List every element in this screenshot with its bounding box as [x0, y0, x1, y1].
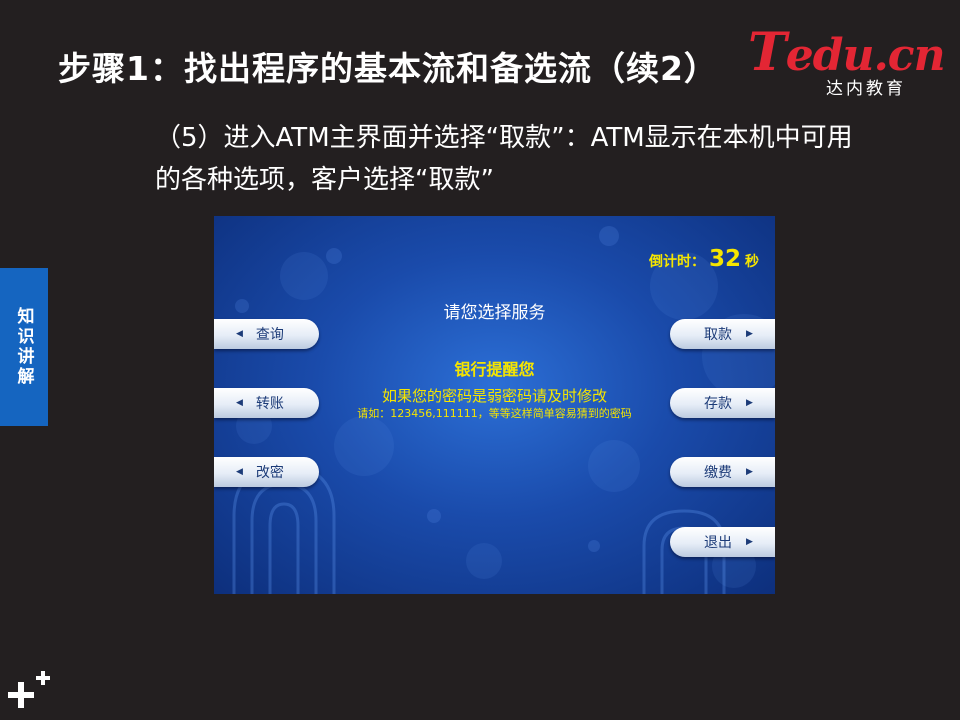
withdraw-button-label: 取款: [704, 327, 732, 343]
countdown-value: 32: [708, 246, 741, 272]
query-button[interactable]: ◀ 查询: [214, 319, 319, 349]
withdraw-button[interactable]: 取款 ▶: [670, 319, 775, 349]
plus-decoration-icon: [8, 671, 50, 708]
arrow-left-icon: ◀: [236, 467, 243, 477]
atm-screen: 倒计时： 32 秒 请您选择服务 银行提醒您 如果您的密码是弱密码请及时修改 请…: [214, 216, 775, 594]
query-button-label: 查询: [255, 327, 284, 343]
payment-button-label: 缴费: [704, 465, 732, 481]
arrow-right-icon: ▶: [746, 329, 753, 339]
countdown-label: 倒计时：: [648, 254, 705, 270]
exit-button[interactable]: 退出 ▶: [670, 527, 775, 557]
payment-button[interactable]: 缴费 ▶: [670, 457, 775, 487]
bank-notice-title: 银行提醒您: [454, 360, 535, 379]
arrow-right-icon: ▶: [746, 398, 753, 408]
side-tab-label: 知识讲解: [13, 307, 34, 387]
slide-title: 步骤1：找出程序的基本流和备选流（续2）: [58, 49, 718, 88]
tedu-logo: Tedu.cn 达内教育: [748, 22, 946, 100]
transfer-button-label: 转账: [255, 396, 284, 412]
deposit-button[interactable]: 存款 ▶: [670, 388, 775, 418]
arrow-right-icon: ▶: [746, 537, 753, 547]
transfer-button[interactable]: ◀ 转账: [214, 388, 319, 418]
countdown-unit: 秒: [745, 254, 759, 270]
arrow-left-icon: ◀: [236, 329, 243, 339]
deposit-button-label: 存款: [704, 396, 732, 412]
side-tab: 知识讲解: [0, 268, 48, 426]
arrow-right-icon: ▶: [746, 467, 753, 477]
exit-button-label: 退出: [704, 535, 732, 551]
step-description: （5）进入ATM主界面并选择“取款”：ATM显示在本机中可用的各种选项，客户选择…: [155, 123, 853, 195]
change-pin-button[interactable]: ◀ 改密: [214, 457, 319, 487]
change-pin-button-label: 改密: [255, 465, 284, 481]
countdown-timer: 倒计时： 32 秒: [649, 246, 759, 272]
arrow-left-icon: ◀: [236, 398, 243, 408]
logo-subtitle: 达内教育: [826, 79, 906, 99]
